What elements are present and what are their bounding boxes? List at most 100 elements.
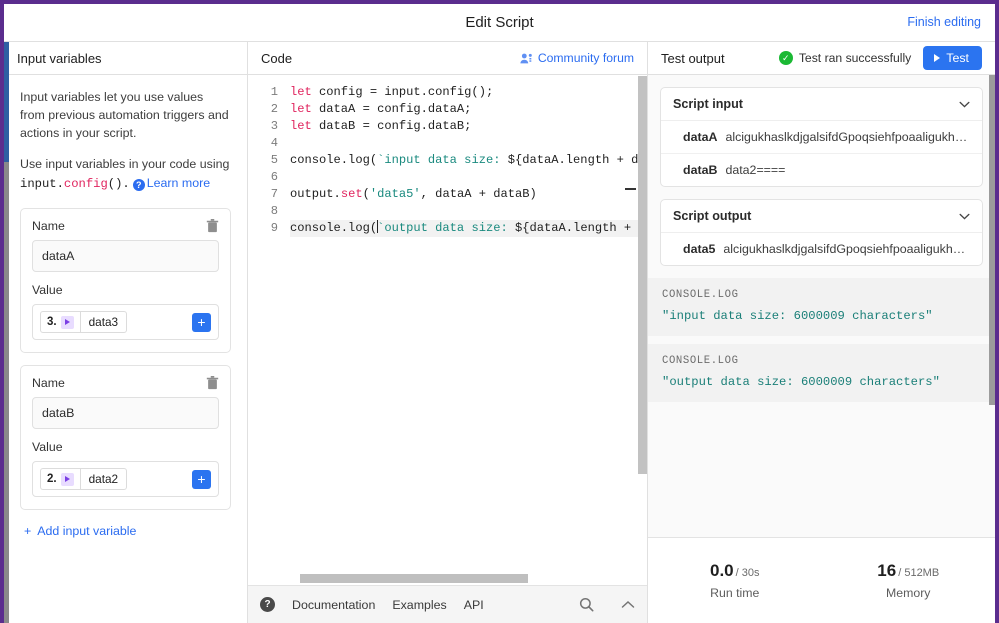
chevron-down-icon <box>959 101 970 108</box>
code-line[interactable]: 9 console.log(`output data size: ${dataA.… <box>248 220 647 237</box>
modal-titlebar: Edit Script Finish editing <box>4 4 995 42</box>
learn-more-link[interactable]: Learn more <box>147 176 210 190</box>
variable-name-label: Name <box>32 219 65 233</box>
test-output-scroll[interactable]: Script input dataA alcigukhaslkdjgalsifdG… <box>648 75 995 537</box>
chevron-up-icon[interactable] <box>621 600 635 610</box>
stat-limit: / 30s <box>735 567 760 579</box>
code-text[interactable]: 1 let config = input.config(); 2 let dataA … <box>248 75 647 585</box>
people-icon <box>520 53 532 63</box>
code-line[interactable]: 6 <box>248 169 647 186</box>
variable-name-input[interactable]: dataB <box>32 397 219 429</box>
search-icon[interactable] <box>579 597 594 612</box>
test-status: ✓ Test ran successfully <box>778 51 911 65</box>
code-line-text: console.log(`output data size: ${dataA.l… <box>290 220 647 237</box>
trash-icon[interactable] <box>206 219 219 233</box>
input-variables-panel: Input variables Input variables let you … <box>4 42 248 623</box>
input-variable-card: Name dataB Value 2. data2 + <box>20 365 231 510</box>
stat-value: 16 <box>877 561 897 580</box>
script-input-accordion: Script input dataA alcigukhaslkdjgalsifdG… <box>660 87 983 187</box>
console-log-entry: CONSOLE.LOG "output data size: 6000009 ch… <box>648 344 995 402</box>
documentation-link[interactable]: Documentation <box>292 598 375 612</box>
script-output-rows: data5 alcigukhaslkdjgalsifdGpoqsiehfpoaal… <box>661 233 982 265</box>
help-icon[interactable]: ? <box>132 179 145 191</box>
code-line[interactable]: 7 output.set('data5', dataA + dataB) <box>248 186 647 203</box>
code-line-number: 1 <box>270 85 278 99</box>
run-test-label: Test <box>946 51 969 65</box>
code-horizontal-scrollbar-thumb[interactable] <box>300 574 528 583</box>
code-line[interactable]: 4 <box>248 135 647 152</box>
page-scrollbar[interactable] <box>4 42 9 623</box>
trash-icon[interactable] <box>206 376 219 390</box>
stat-item: 0.0/ 30s Run time <box>648 561 822 600</box>
community-forum-label: Community forum <box>537 51 634 65</box>
code-vertical-scrollbar[interactable] <box>638 75 647 585</box>
script-input-header[interactable]: Script input <box>661 88 982 121</box>
code-fold-marker[interactable] <box>625 188 636 190</box>
finish-editing-link[interactable]: Finish editing <box>907 15 981 29</box>
examples-link[interactable]: Examples <box>392 598 446 612</box>
stat-limit: / 512MB <box>898 567 940 579</box>
code-editor[interactable]: 1 let config = input.config(); 2 let dataA … <box>248 75 647 585</box>
script-output-header[interactable]: Script output <box>661 200 982 233</box>
code-line[interactable]: 2 let dataA = config.dataA; <box>248 101 647 118</box>
page-title: Edit Script <box>465 14 534 31</box>
api-link[interactable]: API <box>464 598 484 612</box>
code-line[interactable]: 3 let dataB = config.dataB; <box>248 118 647 135</box>
code-horizontal-scrollbar[interactable] <box>248 570 638 585</box>
console-log-list: CONSOLE.LOG "input data size: 6000009 cha… <box>648 278 995 402</box>
chip-play-icon <box>60 472 74 486</box>
console-log-tag: CONSOLE.LOG <box>662 289 739 301</box>
test-output-panel: Test output ✓ Test ran successfully Test <box>648 42 995 623</box>
code-line-text: let config = input.config(); <box>290 85 494 99</box>
code-line-number: 9 <box>270 221 278 235</box>
test-output-scrollbar[interactable] <box>989 75 995 537</box>
variable-value-label: Value <box>32 283 63 297</box>
script-output-accordion: Script output data5 alcigukhaslkdjgalsifd… <box>660 199 983 266</box>
variable-name-input[interactable]: dataA <box>32 240 219 272</box>
output-row: data5 alcigukhaslkdjgalsifdGpoqsiehfpoaal… <box>661 233 982 265</box>
output-row-key: dataA <box>683 130 718 144</box>
code-line-text: let dataB = config.dataB; <box>290 119 472 133</box>
output-row-value: alcigukhaslkdjgalsifdGpoqsiehfpoaaligukh… <box>725 130 968 144</box>
input-variables-scroll[interactable]: Input variables let you use values from … <box>4 75 247 623</box>
input-variable-card: Name dataA Value 3. data3 + <box>20 208 231 353</box>
code-vertical-scrollbar-thumb[interactable] <box>638 76 647 474</box>
code-line-number: 6 <box>270 170 278 184</box>
stat-caption: Run time <box>710 586 760 600</box>
usage-prefix: Use input variables in your code using <box>20 157 230 171</box>
variable-value-chip[interactable]: 3. data3 <box>40 311 128 333</box>
intro-paragraph: Input variables let you use values from … <box>20 90 229 140</box>
code-line-number: 4 <box>270 136 278 150</box>
output-row: dataA alcigukhaslkdjgalsifdGpoqsiehfpoaal… <box>661 121 982 154</box>
code-line[interactable]: 8 <box>248 203 647 220</box>
add-input-variable-button[interactable]: + Add input variable <box>20 522 231 538</box>
app-root: Edit Script Finish editing Input variabl… <box>0 0 999 623</box>
code-title: Code <box>261 50 293 66</box>
page-scrollbar-thumb[interactable] <box>4 42 9 162</box>
plus-icon: + <box>24 524 32 538</box>
modal-body: Input variables Input variables let you … <box>4 42 995 623</box>
usage-code-suffix: (). <box>107 177 130 191</box>
code-line[interactable]: 5 console.log(`input data size: ${dataA.l… <box>248 152 647 169</box>
usage-code-fn: config <box>63 177 108 191</box>
script-input-rows: dataA alcigukhaslkdjgalsifdGpoqsiehfpoaal… <box>661 121 982 186</box>
test-output-scrollbar-thumb[interactable] <box>989 75 995 405</box>
variable-value-box[interactable]: 2. data2 + <box>32 461 219 497</box>
add-input-variable-label: Add input variable <box>37 524 137 538</box>
variable-value-chip[interactable]: 2. data2 <box>40 468 128 490</box>
add-value-button[interactable]: + <box>192 469 211 489</box>
code-line[interactable]: 1 let config = input.config(); <box>248 84 647 101</box>
variable-value-box[interactable]: 3. data3 + <box>32 304 219 340</box>
console-log-tag: CONSOLE.LOG <box>662 355 739 367</box>
chip-number: 2. <box>41 472 80 486</box>
chip-play-icon <box>60 315 74 329</box>
stat-value: 0.0 <box>710 561 734 580</box>
help-circle-icon[interactable]: ? <box>260 597 275 612</box>
script-output-title: Script output <box>673 209 752 223</box>
input-variables-header: Input variables <box>4 42 247 75</box>
add-value-button[interactable]: + <box>192 312 211 332</box>
variable-value-label: Value <box>32 440 63 454</box>
output-row-value: data2==== <box>725 163 786 177</box>
run-test-button[interactable]: Test <box>923 46 982 70</box>
community-forum-link[interactable]: Community forum <box>520 51 634 65</box>
